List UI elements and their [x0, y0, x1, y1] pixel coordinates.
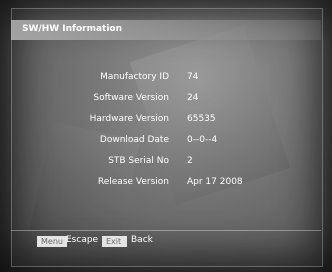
info-label: STB Serial No: [108, 156, 169, 166]
info-row-manufactory-id: Manufactory ID 74: [0, 72, 332, 86]
info-label: Software Version: [93, 93, 169, 103]
exit-key-action-label: Back: [131, 235, 153, 245]
menu-key-button[interactable]: Menu: [37, 236, 67, 247]
info-value: 2: [187, 156, 193, 166]
info-value: 0--0--4: [187, 135, 218, 145]
info-value: 65535: [187, 114, 216, 124]
info-value: Apr 17 2008: [187, 177, 243, 187]
info-row-stb-serial-no: STB Serial No 2: [0, 156, 332, 170]
info-row-software-version: Software Version 24: [0, 93, 332, 107]
info-value: 24: [187, 93, 199, 103]
info-value: 74: [187, 72, 199, 82]
menu-key-action-label: Escape: [66, 235, 99, 245]
info-row-hardware-version: Hardware Version 65535: [0, 114, 332, 128]
info-row-download-date: Download Date 0--0--4: [0, 135, 332, 149]
tv-screen: SW/HW Information Manufactory ID 74 Soft…: [0, 0, 332, 272]
info-label: Manufactory ID: [100, 72, 169, 82]
info-label: Release Version: [97, 177, 169, 187]
dialog-title: SW/HW Information: [22, 24, 123, 34]
exit-key-button[interactable]: Exit: [102, 236, 127, 247]
info-row-release-version: Release Version Apr 17 2008: [0, 177, 332, 191]
info-label: Hardware Version: [89, 114, 169, 124]
info-label: Download Date: [99, 135, 169, 145]
